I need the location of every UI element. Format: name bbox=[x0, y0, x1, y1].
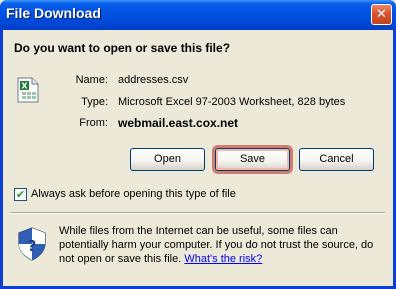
divider bbox=[10, 212, 385, 214]
window-title: File Download bbox=[6, 5, 101, 21]
excel-csv-file-icon: X bbox=[17, 77, 39, 103]
file-download-window: File Download ✕ Do you want to open or s… bbox=[0, 0, 396, 289]
dialog-question: Do you want to open or save this file? bbox=[14, 41, 231, 55]
file-type-value: Microsoft Excel 97-2003 Worksheet, 828 b… bbox=[118, 96, 346, 108]
title-bar[interactable]: File Download ✕ bbox=[0, 0, 396, 30]
svg-text:?: ? bbox=[28, 237, 37, 255]
type-label: Type: bbox=[81, 96, 108, 108]
save-button[interactable]: Save bbox=[215, 148, 290, 171]
open-button[interactable]: Open bbox=[130, 148, 205, 171]
file-name-value: addresses.csv bbox=[118, 74, 189, 86]
always-ask-checkbox[interactable]: ✔ bbox=[14, 188, 27, 201]
always-ask-label[interactable]: Always ask before opening this type of f… bbox=[31, 188, 236, 200]
name-label: Name: bbox=[75, 74, 108, 86]
whats-the-risk-link[interactable]: What's the risk? bbox=[184, 253, 262, 265]
svg-text:X: X bbox=[21, 82, 28, 91]
close-button[interactable]: ✕ bbox=[371, 4, 392, 25]
security-shield-icon: ? bbox=[18, 227, 46, 261]
security-warning: While files from the Internet can be use… bbox=[59, 224, 384, 266]
dialog-body: Do you want to open or save this file? X… bbox=[3, 30, 393, 286]
cancel-button[interactable]: Cancel bbox=[299, 148, 374, 171]
from-label: From: bbox=[79, 117, 108, 129]
file-source-value: webmail.east.cox.net bbox=[118, 116, 239, 130]
